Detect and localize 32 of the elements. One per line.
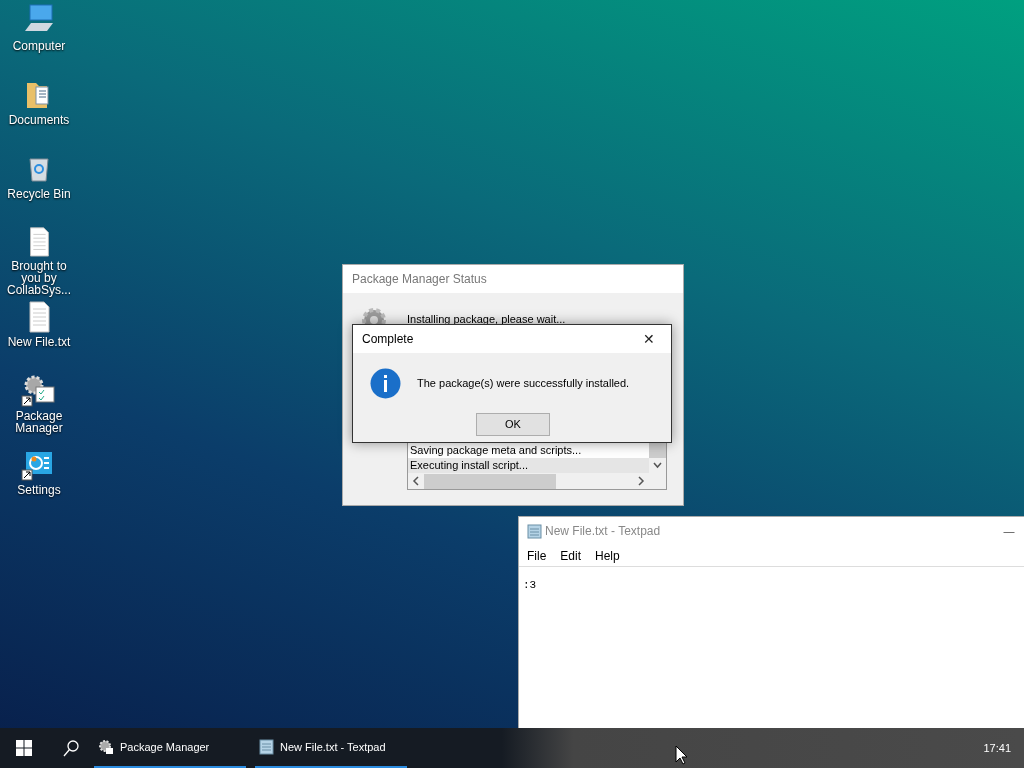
taskbar-button[interactable]: Package Manager xyxy=(94,728,246,768)
window-title: Package Manager Status xyxy=(352,271,487,288)
desktop-icon-label[interactable]: Documents xyxy=(4,114,74,126)
desktop-icon-label[interactable]: Computer xyxy=(4,40,74,52)
desktop-icon-label[interactable]: Recycle Bin xyxy=(4,188,74,200)
mouse-cursor-icon xyxy=(675,745,687,765)
menu-item[interactable]: Help xyxy=(595,546,620,565)
desktop-icon-label[interactable]: Settings xyxy=(4,484,74,496)
log-line: Saving package meta and scripts... xyxy=(409,443,583,458)
notepad-icon xyxy=(259,739,274,755)
desktop-icon-label[interactable]: Package Manager xyxy=(4,410,74,434)
menu-item[interactable]: File xyxy=(527,546,547,565)
info-icon xyxy=(370,368,401,399)
status-message: Installing package, please wait... xyxy=(407,312,566,327)
gear-checklist-icon[interactable] xyxy=(21,373,57,407)
text-content[interactable]: :3 xyxy=(523,579,537,591)
desktop-icon-label[interactable]: Brought to you by CollabSys... xyxy=(4,260,74,296)
desktop-icon-label[interactable]: New File.txt xyxy=(4,336,74,348)
dialog-message: The package(s) were successfully installed. xyxy=(417,376,630,392)
close-button[interactable]: ✕ xyxy=(627,325,671,353)
menu-item[interactable]: Edit xyxy=(560,546,582,565)
scroll-thumb[interactable] xyxy=(424,473,556,489)
dialog-title: Complete xyxy=(362,331,414,348)
window-title: New File.txt - Textpad xyxy=(545,523,661,540)
ok-button[interactable]: OK xyxy=(476,413,550,436)
search-icon[interactable] xyxy=(63,739,79,757)
minimize-button[interactable]: — xyxy=(994,517,1024,545)
notepad-icon xyxy=(527,523,542,539)
windows-start-icon[interactable] xyxy=(16,740,32,756)
clock: 17:41 xyxy=(983,740,1011,756)
gear-icon xyxy=(98,739,114,755)
taskbar-button[interactable]: New File.txt - Textpad xyxy=(255,728,407,768)
